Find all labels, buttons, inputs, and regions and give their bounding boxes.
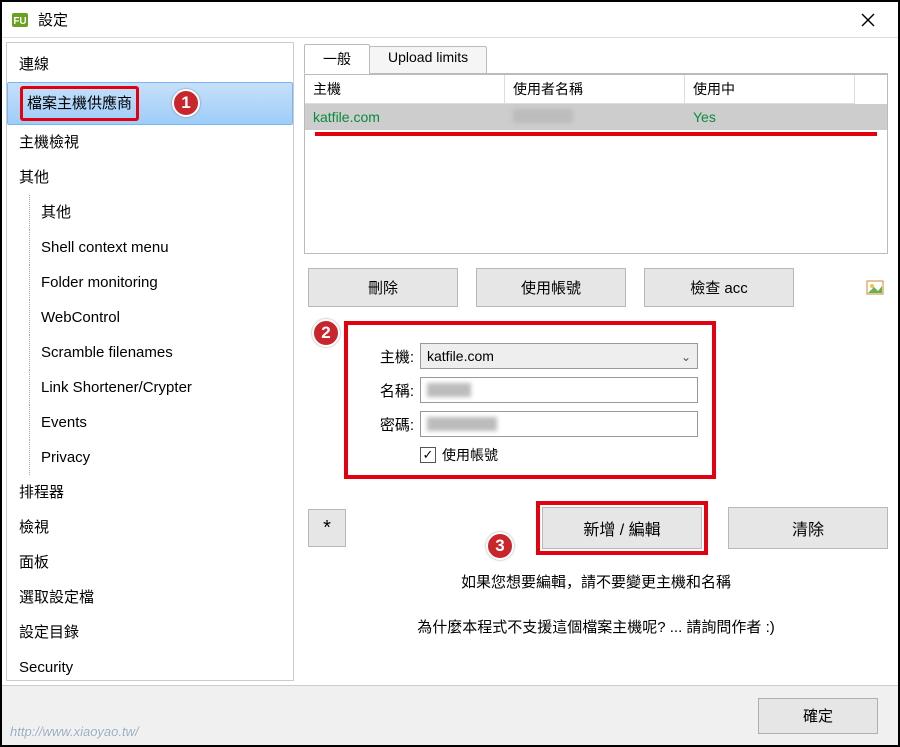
sidebar-item[interactable]: 檔案主機供應商 1 [7,82,293,125]
host-select[interactable]: katfile.com ⌄ [420,343,698,369]
favorite-toggle[interactable]: * [308,509,346,547]
delete-button[interactable]: 刪除 [308,268,458,307]
sidebar-item[interactable]: 其他 [7,195,293,230]
check-acc-button[interactable]: 檢查 acc [644,268,794,307]
use-account-checkbox-row[interactable]: ✓ 使用帳號 [420,445,698,465]
image-icon[interactable] [866,279,884,297]
annotation-box-3: 新增 / 編輯 [536,501,708,555]
add-edit-button[interactable]: 新增 / 編輯 [542,507,702,549]
sidebar-item[interactable]: 選取設定檔 [7,580,293,615]
cell-active: Yes [685,107,855,127]
sidebar-item[interactable]: 其他 [7,160,293,195]
support-hint: 為什麼本程式不支援這個檔案主機呢? ... 請詢問作者 :) [304,616,888,637]
footer: http://www.xiaoyao.tw/ 確定 [2,685,898,745]
use-account-button[interactable]: 使用帳號 [476,268,626,307]
sidebar-item[interactable]: Scramble filenames [7,335,293,370]
table-buttons-row: 刪除 使用帳號 檢查 acc [304,268,888,307]
tabbar: 一般 Upload limits [304,44,888,74]
sidebar-item[interactable]: 排程器 [7,475,293,510]
sidebar-item[interactable]: 面板 [7,545,293,580]
name-input[interactable] [420,377,698,403]
col-active[interactable]: 使用中 [685,75,855,104]
content-panel: 一般 Upload limits 主機 使用者名稱 使用中 katfile.co… [298,38,898,685]
titlebar: FU 設定 [2,2,898,38]
sidebar-item[interactable]: WebControl [7,300,293,335]
tab-general[interactable]: 一般 [304,44,370,74]
host-label: 主機: [362,346,414,367]
use-account-label: 使用帳號 [442,445,498,465]
watermark: http://www.xiaoyao.tw/ [10,724,139,739]
app-icon: FU [10,10,30,30]
svg-text:FU: FU [13,16,26,27]
annotation-badge-3: 3 [486,532,514,560]
clear-button[interactable]: 清除 [728,507,888,549]
sidebar-item[interactable]: 主機檢視 [7,125,293,160]
close-button[interactable] [846,2,890,38]
sidebar-item[interactable]: 連線 [7,47,293,82]
window-title: 設定 [38,9,846,30]
cell-host: katfile.com [305,107,505,127]
sidebar-item[interactable]: Shell context menu [7,230,293,265]
blurred-text [513,109,573,123]
sidebar-item[interactable]: Folder monitoring [7,265,293,300]
account-form: 2 主機: katfile.com ⌄ 名稱: 密碼: ✓ 使用帳號 [344,321,716,479]
close-icon [861,13,875,27]
blurred-text [427,383,471,397]
use-account-checkbox[interactable]: ✓ [420,447,436,463]
host-select-value: katfile.com [427,348,494,364]
password-label: 密碼: [362,414,414,435]
host-table[interactable]: 主機 使用者名稱 使用中 katfile.com Yes [304,74,888,254]
sidebar-item[interactable]: 設定目錄 [7,615,293,650]
annotation-underline [315,132,877,136]
table-header: 主機 使用者名稱 使用中 [305,75,887,104]
blurred-text [427,417,497,431]
annotation-box-1: 檔案主機供應商 [20,86,139,121]
name-label: 名稱: [362,380,414,401]
sidebar-item[interactable]: 檢視 [7,510,293,545]
col-host[interactable]: 主機 [305,75,505,104]
ok-button[interactable]: 確定 [758,698,878,734]
main-split: 連線檔案主機供應商1主機檢視其他其他Shell context menuFold… [2,38,898,685]
action-row: * 3 新增 / 編輯 清除 [304,501,888,555]
annotation-badge-2: 2 [312,319,340,347]
settings-tree[interactable]: 連線檔案主機供應商1主機檢視其他其他Shell context menuFold… [6,42,294,681]
sidebar-item[interactable]: Security [7,650,293,681]
sidebar-item[interactable]: Link Shortener/Crypter [7,370,293,405]
tab-upload-limits[interactable]: Upload limits [369,46,487,74]
cell-user [505,107,685,128]
chevron-down-icon: ⌄ [681,350,691,364]
annotation-badge-1: 1 [172,89,200,117]
sidebar-item[interactable]: Events [7,405,293,440]
col-user[interactable]: 使用者名稱 [505,75,685,104]
password-input[interactable] [420,411,698,437]
sidebar-item[interactable]: Privacy [7,440,293,475]
table-row[interactable]: katfile.com Yes [305,104,887,130]
edit-hint: 如果您想要編輯，請不要變更主機和名稱 [304,571,888,592]
